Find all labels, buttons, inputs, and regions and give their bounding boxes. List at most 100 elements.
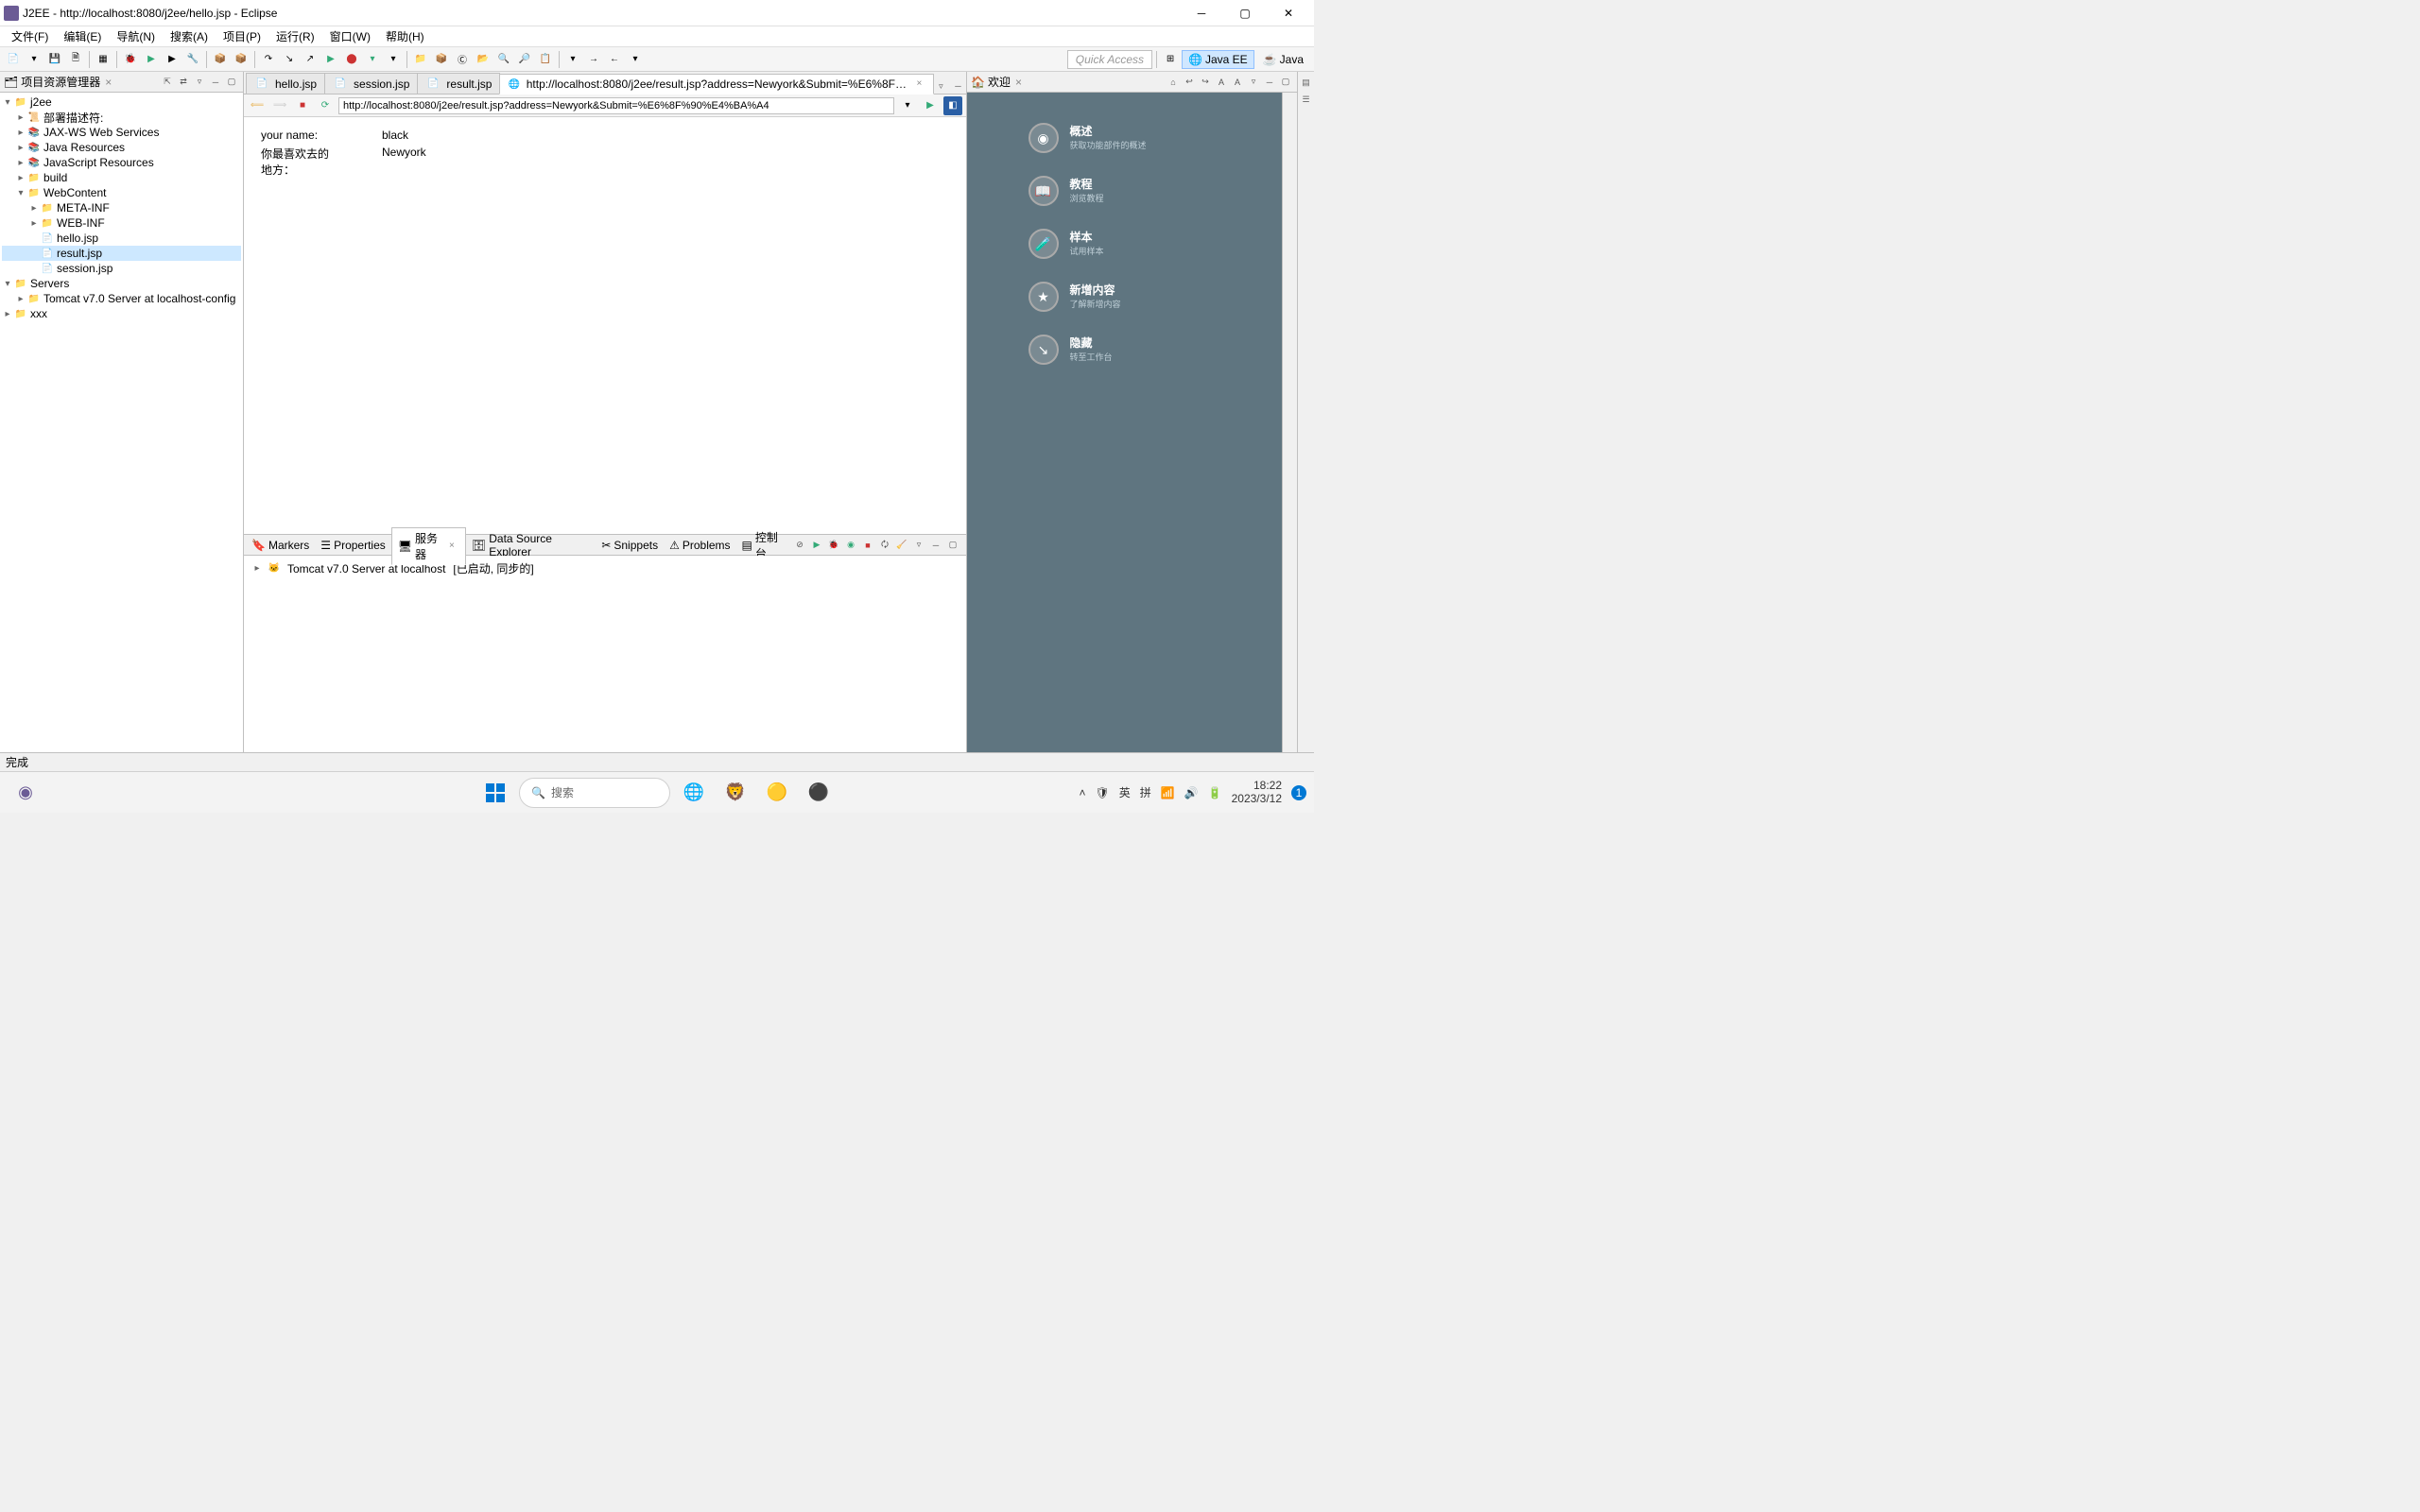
tab-servers[interactable]: 🖥服务器× [391,527,466,565]
back-button[interactable]: ← [605,50,624,69]
tray-wifi-icon[interactable]: 📶 [1161,786,1175,799]
tree-node-jsres[interactable]: ▸📚JavaScript Resources [2,155,241,170]
menu-window[interactable]: 窗口(W) [322,26,378,46]
ext-tools-button[interactable]: 🔧 [183,50,202,69]
tab-close-icon[interactable]: × [916,78,925,90]
annotations-button[interactable]: 📋 [536,50,555,69]
view-close-icon[interactable]: × [105,76,112,89]
menu-search[interactable]: 搜索(A) [163,26,216,46]
tree-node-sessionjsp[interactable]: 📄session.jsp [2,261,241,276]
new-dropdown-icon[interactable]: ▾ [25,50,43,69]
debug-button[interactable]: 🐞 [121,50,140,69]
menu-file[interactable]: 文件(F) [4,26,56,46]
bottom-minimize-button[interactable]: ─ [928,538,943,553]
terminate-button[interactable]: ⬤ [342,50,361,69]
tree-node-tomcatcfg[interactable]: ▸📁Tomcat v7.0 Server at localhost-config [2,291,241,306]
perspective-java[interactable]: ☕Java [1256,50,1310,69]
welcome-maximize-button[interactable]: ▢ [1278,75,1293,90]
open-type-button[interactable]: 🔍 [494,50,513,69]
tray-date[interactable]: 2023/3/12 [1232,793,1282,805]
browser-refresh-button[interactable]: ⟳ [316,96,335,115]
tree-node-hellojsp[interactable]: 📄hello.jsp [2,231,241,246]
tab-hello-jsp[interactable]: 📄hello.jsp [246,73,325,94]
tab-problems[interactable]: ⚠Problems [664,537,735,554]
taskbar-app1-icon[interactable]: 🦁 [717,775,753,811]
fast-view-tasks-icon[interactable]: ☰ [1300,93,1313,106]
editor-minimize-button[interactable]: ─ [950,78,965,94]
expand-icon[interactable]: ▸ [251,563,263,574]
welcome-whatsnew[interactable]: ★新增内容了解新增内容 [1010,270,1255,323]
tab-properties[interactable]: ☰Properties [315,537,390,554]
welcome-nav1-button[interactable]: ↩ [1182,75,1197,90]
fast-view-outline-icon[interactable]: ▤ [1300,76,1313,89]
server-debug-button[interactable]: 🐞 [826,538,841,553]
maximize-view-button[interactable]: ▢ [224,75,239,90]
servers-view[interactable]: ▸ 🐱 Tomcat v7.0 Server at localhost [已启动… [244,556,966,752]
new-button[interactable]: 📄 [4,50,23,69]
tree-node-webcontent[interactable]: ▾📁WebContent [2,185,241,200]
ext-dropdown-icon[interactable]: ▾ [384,50,403,69]
tab-result-jsp[interactable]: 📄result.jsp [417,73,500,94]
project-tree[interactable]: ▾📁j2ee ▸📜部署描述符: ▸📚JAX-WS Web Services ▸📚… [0,93,243,752]
step-into-button[interactable]: ↘ [280,50,299,69]
menu-project[interactable]: 项目(P) [216,26,268,46]
taskbar-app3-icon[interactable]: ⚫ [801,775,837,811]
tab-session-jsp[interactable]: 📄session.jsp [324,73,418,94]
bottom-maximize-button[interactable]: ▢ [945,538,960,553]
welcome-minimize-button[interactable]: ─ [1262,75,1277,90]
save-all-button[interactable]: 🗎 [66,50,85,69]
forward-dropdown-icon[interactable]: ▾ [626,50,645,69]
close-button[interactable]: ✕ [1267,0,1310,26]
server-clean-button[interactable]: 🧹 [894,538,909,553]
tree-node-build[interactable]: ▸📁build [2,170,241,185]
welcome-scrollbar[interactable] [1282,93,1297,752]
welcome-overview[interactable]: ◉概述获取功能部件的概述 [1010,112,1255,164]
editor-menu-button[interactable]: ▿ [933,78,948,94]
server-publish-button[interactable]: 🗘 [877,538,892,553]
forward-button[interactable]: → [584,50,603,69]
server-profile-button[interactable]: ◉ [843,538,858,553]
toggle-breadcrumb-button[interactable]: ▦ [94,50,112,69]
server-no-button[interactable]: ⊘ [792,538,807,553]
taskbar-edge-icon[interactable]: 🌐 [676,775,712,811]
welcome-reduce-button[interactable]: A [1214,75,1229,90]
tray-volume-icon[interactable]: 🔊 [1184,786,1199,799]
new-server-button[interactable]: 📦 [211,50,230,69]
tab-markers[interactable]: 🔖Markers [246,537,315,554]
run-dropdown-icon[interactable]: ▾ [363,50,382,69]
tray-chevron-icon[interactable]: ˄ [1079,786,1085,799]
tree-node-j2ee[interactable]: ▾📁j2ee [2,94,241,110]
new-folder-button[interactable]: 📂 [474,50,493,69]
menu-edit[interactable]: 编辑(E) [56,26,109,46]
bottom-view-menu[interactable]: ▿ [911,538,926,553]
welcome-tutorials[interactable]: 📖教程浏览教程 [1010,164,1255,217]
menu-help[interactable]: 帮助(H) [378,26,432,46]
browser-url-input[interactable] [338,97,894,114]
tree-node-deploy[interactable]: ▸📜部署描述符: [2,110,241,125]
open-perspective-button[interactable]: ⊞ [1161,50,1180,69]
tab-close-icon[interactable]: × [449,541,459,552]
tree-node-javares[interactable]: ▸📚Java Resources [2,140,241,155]
notification-badge[interactable]: 1 [1291,785,1306,800]
start-button[interactable] [477,775,513,811]
new-module-button[interactable]: 📦 [232,50,251,69]
welcome-enlarge-button[interactable]: A [1230,75,1245,90]
link-editor-button[interactable]: ⇄ [176,75,191,90]
taskbar-app2-icon[interactable]: 🟡 [759,775,795,811]
tree-node-webinf[interactable]: ▸📁WEB-INF [2,215,241,231]
welcome-home-button[interactable]: ⌂ [1166,75,1181,90]
tray-battery-icon[interactable]: 🔋 [1208,786,1222,799]
search-button[interactable]: 🔎 [515,50,534,69]
welcome-nav2-button[interactable]: ↪ [1198,75,1213,90]
tab-browser[interactable]: 🌐http://localhost:8080/j2ee/result.jsp?a… [499,74,934,94]
maximize-button[interactable]: ▢ [1223,0,1267,26]
taskbar-search[interactable]: 🔍搜索 [519,778,670,808]
tree-node-jaxws[interactable]: ▸📚JAX-WS Web Services [2,125,241,140]
back-dropdown-icon[interactable]: ▾ [563,50,582,69]
tray-security-icon[interactable]: 🛡 [1095,786,1109,799]
perspective-javaee[interactable]: 🌐Java EE [1182,50,1254,69]
taskbar-eclipse-icon[interactable]: ◉ [8,775,43,811]
welcome-workbench[interactable]: ↘隐藏转至工作台 [1010,323,1255,376]
server-start-button[interactable]: ▶ [809,538,824,553]
view-close-icon[interactable]: × [1015,76,1022,89]
